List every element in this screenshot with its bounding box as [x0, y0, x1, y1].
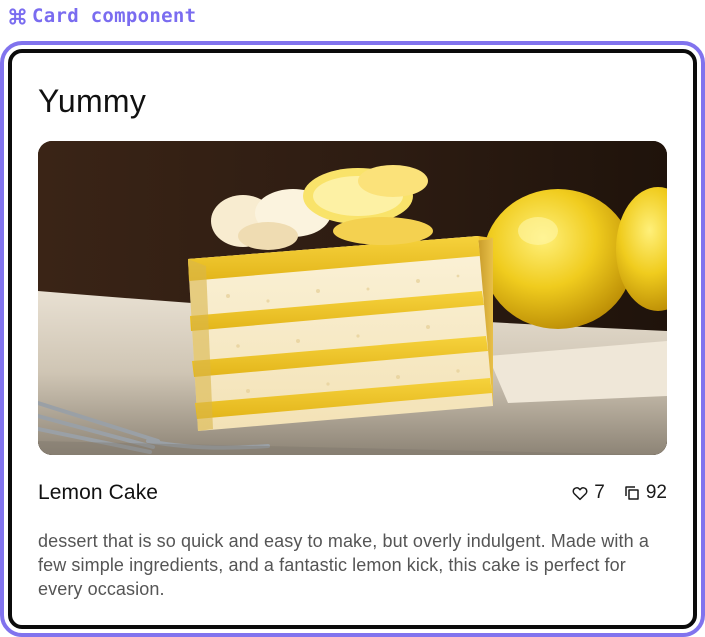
- lemon-cake-illustration: [38, 141, 667, 455]
- product-row: Lemon Cake 7 92: [38, 480, 667, 506]
- copy-count: 92: [645, 482, 667, 503]
- like-button[interactable]: 7: [571, 482, 605, 504]
- lemon-cake-photo: [38, 141, 667, 455]
- component-label: Card component: [8, 5, 196, 27]
- command-icon: [9, 7, 26, 25]
- card-title: Yummy: [38, 83, 147, 119]
- product-name: Lemon Cake: [38, 481, 159, 504]
- recipe-card[interactable]: Yummy Lemon Cake 7 92 dessert that is so…: [8, 49, 697, 629]
- product-description: dessert that is so quick and easy to mak…: [38, 531, 649, 599]
- card-stats: 7 92: [571, 482, 667, 504]
- like-count: 7: [594, 482, 605, 503]
- copy-icon: [625, 486, 639, 500]
- heart-icon: [572, 487, 588, 501]
- component-label-text: Card component: [32, 5, 197, 27]
- copy-button[interactable]: 92: [623, 482, 667, 504]
- selection-frame: Yummy Lemon Cake 7 92 dessert that is so…: [0, 41, 705, 637]
